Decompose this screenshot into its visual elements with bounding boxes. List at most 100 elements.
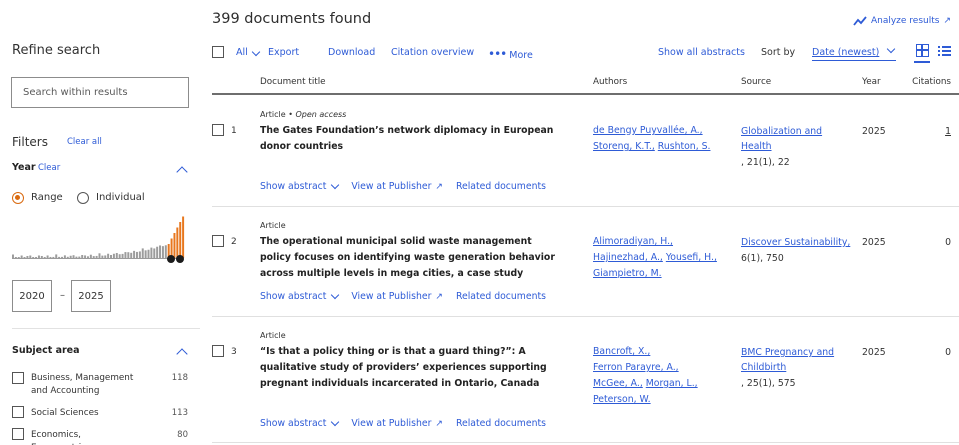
author-link[interactable]: Giampietro, M. (593, 268, 662, 279)
subject-checkbox[interactable] (12, 406, 24, 418)
range-end-handle[interactable] (176, 255, 184, 263)
sort-select[interactable]: Date (newest) (812, 44, 896, 58)
year-from-input[interactable]: 2020 (12, 280, 52, 312)
column-header-year[interactable]: Year (862, 77, 881, 87)
year-filter-title: Year (12, 162, 36, 173)
author-link[interactable]: Alimoradiyan, H., (593, 236, 673, 247)
document-title[interactable]: The Gates Foundation’s network diplomacy… (260, 123, 565, 155)
source-link[interactable]: BMC Pregnancy and Childbirth (741, 345, 853, 375)
subject-checkbox[interactable] (12, 372, 24, 384)
histogram-bar (156, 246, 159, 258)
view-at-publisher-link[interactable]: View at Publisher ↗ (351, 181, 443, 192)
show-abstract-button[interactable]: Show abstract (260, 290, 340, 302)
filters-title: Filters (12, 135, 48, 149)
type-separator: • (288, 110, 293, 119)
individual-radio[interactable] (77, 192, 89, 204)
view-at-publisher-link[interactable]: View at Publisher ↗ (351, 291, 443, 302)
author-link[interactable]: Peterson, W. (593, 394, 651, 405)
author-line: Hajinezhad, A., Yousefi, H., (593, 250, 723, 266)
analyze-results-link[interactable]: Analyze results ↗ (853, 16, 951, 26)
author-link[interactable]: Rushton, S. (658, 141, 711, 152)
row-number: 1 (231, 126, 237, 136)
histogram-bar (179, 222, 182, 258)
trend-line-icon (853, 16, 867, 26)
document-type-label: Article (260, 110, 286, 119)
author-link[interactable]: Bancroft, X., (593, 346, 650, 357)
author-line: de Bengy Puyvallée, A., (593, 123, 723, 139)
document-title[interactable]: “Is that a policy thing or is that a gua… (260, 344, 565, 392)
subject-collapse-chevron-icon[interactable] (176, 348, 188, 360)
chevron-down-icon (251, 47, 261, 57)
external-arrow-icon: ↗ (435, 181, 443, 192)
author-line: Ferron Parayre, A., (593, 360, 723, 376)
external-arrow-icon: ↗ (435, 418, 443, 429)
column-header-title[interactable]: Document title (260, 77, 326, 87)
document-year: 2025 (862, 237, 886, 248)
show-all-abstracts-button[interactable]: Show all abstracts (658, 47, 745, 58)
search-within-results-field[interactable] (11, 77, 189, 108)
subject-checkbox[interactable] (12, 428, 24, 440)
row-checkbox[interactable] (212, 124, 224, 136)
subject-label: Social Sciences (31, 408, 99, 418)
citations-count: 0 (945, 347, 951, 358)
external-arrow-icon: ↗ (435, 291, 443, 302)
related-documents-link[interactable]: Related documents (456, 418, 546, 429)
document-authors: Bancroft, X., Ferron Parayre, A., McGee,… (593, 344, 723, 408)
download-button[interactable]: Download (328, 47, 375, 58)
select-all-checkbox[interactable] (212, 46, 224, 58)
more-dots-icon: ••• (488, 47, 507, 61)
author-line: Storeng, K.T., Rushton, S. (593, 139, 723, 155)
column-header-citations[interactable]: Citations (912, 77, 951, 87)
export-button[interactable]: Export (268, 47, 299, 58)
show-abstract-button[interactable]: Show abstract (260, 417, 340, 429)
row-checkbox[interactable] (212, 345, 224, 357)
citation-overview-button[interactable]: Citation overview (391, 47, 474, 58)
source-link[interactable]: Discover Sustainability, (741, 235, 853, 250)
document-source: BMC Pregnancy and Childbirth , 25(1), 57… (741, 345, 853, 391)
document-year: 2025 (862, 347, 886, 358)
list-view-icon[interactable] (938, 46, 951, 56)
citations-count-link[interactable]: 1 (945, 126, 951, 137)
author-link[interactable]: Morgan, L., (646, 378, 698, 389)
author-link[interactable]: de Bengy Puyvallée, A., (593, 125, 703, 136)
histogram-bar (173, 233, 176, 258)
header-divider (212, 93, 959, 95)
all-dropdown[interactable]: All (236, 47, 261, 58)
document-title[interactable]: The operational municipal solid waste ma… (260, 234, 565, 282)
author-line: Peterson, W. (593, 392, 723, 408)
author-link[interactable]: Hajinezhad, A., (593, 252, 663, 263)
author-link[interactable]: Storeng, K.T., (593, 141, 655, 152)
search-within-results-input[interactable] (12, 78, 188, 107)
author-link[interactable]: Ferron Parayre, A., (593, 362, 679, 373)
year-clear-link[interactable]: Clear (38, 163, 60, 173)
view-at-publisher-link[interactable]: View at Publisher ↗ (351, 418, 443, 429)
sidebar-divider (12, 328, 200, 329)
range-start-handle[interactable] (167, 255, 175, 263)
related-documents-link[interactable]: Related documents (456, 181, 546, 192)
year-collapse-chevron-icon[interactable] (176, 166, 188, 178)
clear-all-filters-link[interactable]: Clear all (67, 137, 102, 147)
range-radio[interactable] (12, 192, 24, 204)
row-checkbox[interactable] (212, 235, 224, 247)
results-count-heading: 399 documents found (212, 11, 372, 27)
year-range-dash: – (60, 290, 65, 301)
sort-underline (812, 60, 896, 61)
subject-label: Business, Management and Accounting (31, 373, 134, 396)
author-link[interactable]: Yousefi, H., (666, 252, 717, 263)
show-abstract-button[interactable]: Show abstract (260, 180, 340, 192)
grid-view-icon[interactable] (916, 44, 929, 57)
author-link[interactable]: McGee, A., (593, 378, 643, 389)
document-authors: Alimoradiyan, H., Hajinezhad, A., Yousef… (593, 234, 723, 282)
all-label: All (236, 47, 248, 58)
source-link[interactable]: Globalization and Health (741, 124, 853, 154)
column-header-authors[interactable]: Authors (593, 77, 627, 87)
related-documents-link[interactable]: Related documents (456, 291, 546, 302)
row-actions: Show abstract View at Publisher ↗ Related… (260, 180, 546, 192)
more-button[interactable]: ••• More (488, 47, 533, 61)
year-to-input[interactable]: 2025 (71, 280, 111, 312)
histogram-baseline (12, 258, 182, 259)
year-histogram[interactable] (12, 213, 185, 258)
column-header-source[interactable]: Source (741, 77, 771, 87)
histogram-bar (141, 248, 144, 258)
row-actions: Show abstract View at Publisher ↗ Related… (260, 290, 546, 302)
